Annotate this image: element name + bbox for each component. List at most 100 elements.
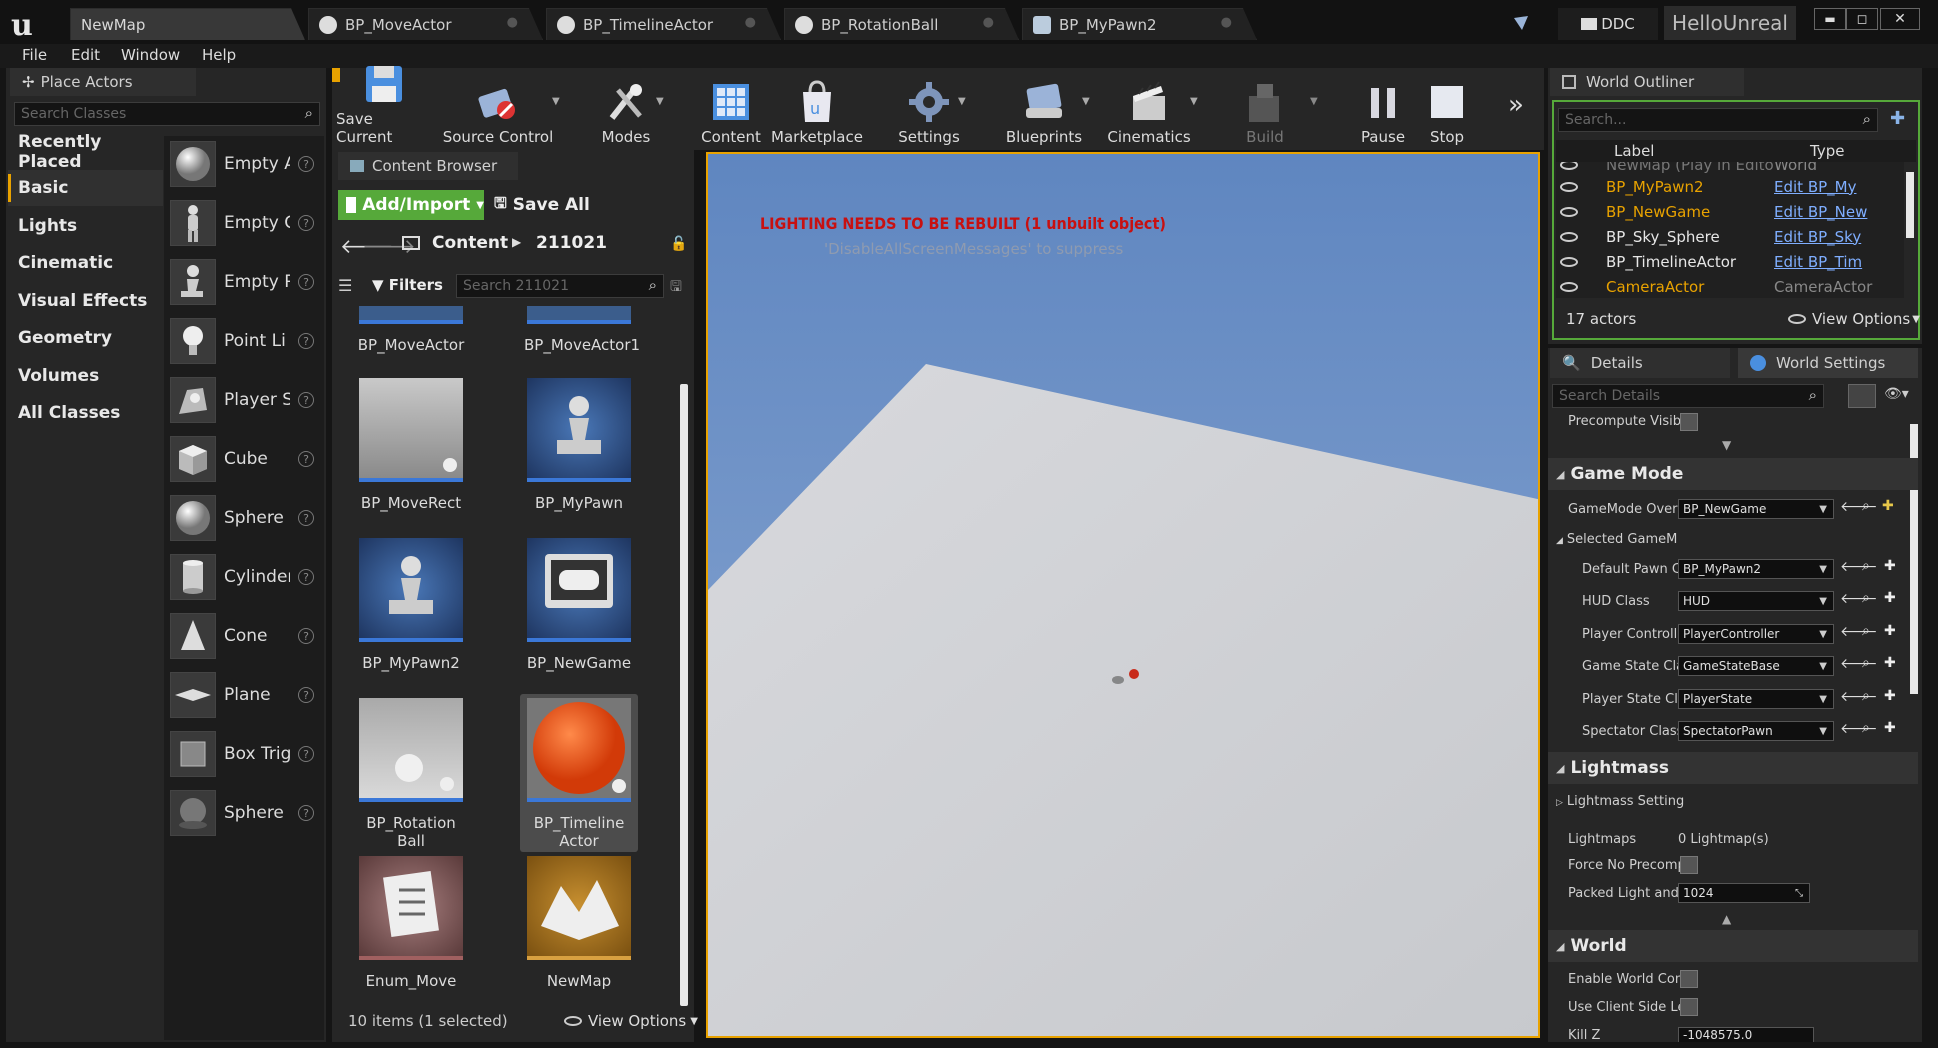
asset-bp-mypawn2[interactable]: BP_MyPawn2 (356, 538, 466, 672)
help-icon[interactable]: ? (298, 687, 314, 703)
expand-arrow-icon[interactable]: ▷ (1556, 798, 1563, 808)
add-icon[interactable]: ✚ (1884, 623, 1896, 639)
source-control-status-icon[interactable] (1512, 14, 1530, 32)
blueprints-button[interactable]: Blueprints (1004, 70, 1084, 146)
browse-search-icon[interactable]: ⌕ (1862, 558, 1870, 574)
category-all-classes[interactable]: All Classes (8, 395, 163, 431)
search-classes-input[interactable]: Search Classes ⌕ (14, 102, 320, 126)
gamemode-override-dropdown[interactable]: BP_NewGame (1678, 499, 1834, 519)
save-current-button[interactable]: Save Current (336, 66, 432, 146)
toolbar-overflow-icon[interactable]: » (1508, 90, 1524, 120)
add-icon[interactable]: ✚ (1884, 688, 1896, 704)
use-selected-arrow-icon[interactable]: 🡐 (1840, 623, 1878, 640)
close-icon[interactable]: ● (507, 15, 518, 30)
asset-bp-moverect[interactable]: BP_MoveRect (356, 378, 466, 512)
world-outliner-tab[interactable]: World Outliner (1550, 68, 1744, 96)
browse-search-icon[interactable]: ⌕ (1862, 590, 1870, 606)
column-type[interactable]: Type (1810, 142, 1844, 160)
actor-point-light[interactable]: Point Li? (170, 313, 315, 369)
player-state-dropdown[interactable]: PlayerState (1678, 689, 1834, 709)
eye-icon[interactable] (1560, 181, 1578, 192)
close-icon[interactable]: ● (1221, 15, 1232, 30)
dropdown-arrow-icon[interactable]: ▼ (1082, 96, 1090, 107)
asset-enum-move[interactable]: Enum_Move (356, 856, 466, 990)
menu-help[interactable]: Help (202, 46, 236, 64)
tab-bp-mypawn2[interactable]: BP_MyPawn2 ● (1022, 8, 1257, 40)
use-selected-arrow-icon[interactable]: 🡐 (1840, 720, 1878, 737)
outliner-row-bp-newgame[interactable]: BP_NewGame Edit BP_New (1556, 199, 1904, 224)
help-icon[interactable]: ? (298, 746, 314, 762)
menu-window[interactable]: Window (121, 46, 180, 64)
marketplace-button[interactable]: u Marketplace (770, 70, 864, 146)
browse-search-icon[interactable]: ⌕ (1862, 688, 1870, 704)
dropdown-arrow-icon[interactable]: ▼ (1310, 96, 1318, 107)
asset-search-input[interactable]: Search 211021 ⌕ (456, 274, 664, 298)
actor-cube[interactable]: Cube? (170, 431, 315, 487)
use-selected-arrow-icon[interactable]: 🡐 (1840, 590, 1878, 607)
browse-search-icon[interactable]: ⌕ (1862, 623, 1870, 639)
use-selected-arrow-icon[interactable]: 🡐 (1840, 655, 1878, 672)
asset-bp-moveactor1[interactable]: BP_MoveActor1 (524, 306, 640, 354)
outliner-row-cameraactor[interactable]: CameraActor CameraActor (1556, 274, 1904, 298)
filters-button[interactable]: ▼ Filters (372, 276, 443, 294)
view-options-button[interactable]: View Options ▼ (564, 1012, 698, 1030)
maximize-button[interactable]: ◻ (1846, 8, 1878, 30)
modes-button[interactable]: Modes (594, 70, 658, 146)
row-type[interactable]: Edit BP_Tim (1774, 253, 1876, 271)
outliner-scrollbar[interactable] (1906, 172, 1914, 238)
help-icon[interactable]: ? (298, 510, 314, 526)
eye-icon[interactable] (1560, 231, 1578, 242)
eye-icon[interactable] (1560, 206, 1578, 217)
eye-icon[interactable] (1560, 256, 1578, 267)
cinematics-button[interactable]: Cinematics (1107, 70, 1191, 146)
dropdown-arrow-icon[interactable]: ▼ (958, 96, 966, 107)
actor-empty-pawn[interactable]: Empty P? (170, 254, 315, 310)
actor-box-trigger[interactable]: Box Trig? (170, 726, 315, 782)
help-icon[interactable]: ? (298, 628, 314, 644)
menu-edit[interactable]: Edit (71, 46, 100, 64)
actor-plane[interactable]: Plane? (170, 667, 315, 723)
asset-scrollbar[interactable] (680, 384, 688, 1006)
sources-panel-icon[interactable]: ☰ (338, 276, 352, 295)
tab-bp-rotationball[interactable]: BP_RotationBall ● (784, 8, 1019, 40)
force-no-precomp-checkbox[interactable] (1680, 856, 1698, 874)
eye-icon[interactable]: 👁▾ (1884, 386, 1909, 402)
close-icon[interactable]: ● (745, 15, 756, 30)
add-icon[interactable]: ✚ (1884, 590, 1896, 606)
build-button[interactable]: Build (1230, 70, 1300, 146)
player-controller-dropdown[interactable]: PlayerController (1678, 624, 1834, 644)
outliner-search-input[interactable]: Search... ⌕ (1558, 108, 1878, 132)
use-selected-arrow-icon[interactable]: 🡐 (1840, 498, 1878, 515)
help-icon[interactable]: ? (298, 333, 314, 349)
add-icon[interactable]: ✚ (1884, 720, 1896, 736)
help-icon[interactable]: ? (298, 805, 314, 821)
actor-empty-actor[interactable]: Empty A? (170, 136, 315, 192)
browse-search-icon[interactable]: ⌕ (1862, 720, 1870, 736)
help-icon[interactable]: ? (298, 274, 314, 290)
dropdown-arrow-icon[interactable]: ▼ (552, 96, 560, 107)
add-icon[interactable]: ✚ (1884, 655, 1896, 671)
game-mode-section[interactable]: ◢ Game Mode (1548, 458, 1918, 490)
browse-search-icon[interactable]: ⌕ (1862, 655, 1870, 671)
expand-arrow-icon[interactable]: ▼ (1722, 438, 1731, 452)
outliner-row-bp-timelineactor[interactable]: BP_TimelineActor Edit BP_Tim (1556, 249, 1904, 274)
category-recently-placed[interactable]: Recently Placed (8, 132, 163, 172)
outliner-row-bp-sky-sphere[interactable]: BP_Sky_Sphere Edit BP_Sky (1556, 224, 1904, 249)
precompute-visibility-checkbox[interactable] (1680, 413, 1698, 431)
category-volumes[interactable]: Volumes (8, 358, 163, 394)
actor-sphere[interactable]: Sphere? (170, 490, 315, 546)
content-browser-tab[interactable]: Content Browser (338, 152, 518, 180)
path-folder[interactable]: 211021 (536, 233, 607, 253)
column-label[interactable]: Label (1614, 142, 1654, 160)
game-state-dropdown[interactable]: GameStateBase (1678, 656, 1834, 676)
dropdown-arrow-icon[interactable]: ▼ (656, 96, 664, 107)
source-control-button[interactable]: Source Control (442, 70, 554, 146)
client-side-checkbox[interactable] (1680, 998, 1698, 1016)
lock-icon[interactable]: 🔓 (670, 236, 687, 252)
actor-cylinder[interactable]: Cylinder? (170, 549, 315, 605)
kill-z-input[interactable]: -1048575.0 (1678, 1027, 1814, 1042)
row-type[interactable]: Edit BP_Sky (1774, 228, 1876, 246)
details-search-input[interactable]: Search Details ⌕ (1552, 384, 1824, 408)
add-icon[interactable]: ✚ (1882, 498, 1894, 514)
enable-world-composition-checkbox[interactable] (1680, 970, 1698, 988)
